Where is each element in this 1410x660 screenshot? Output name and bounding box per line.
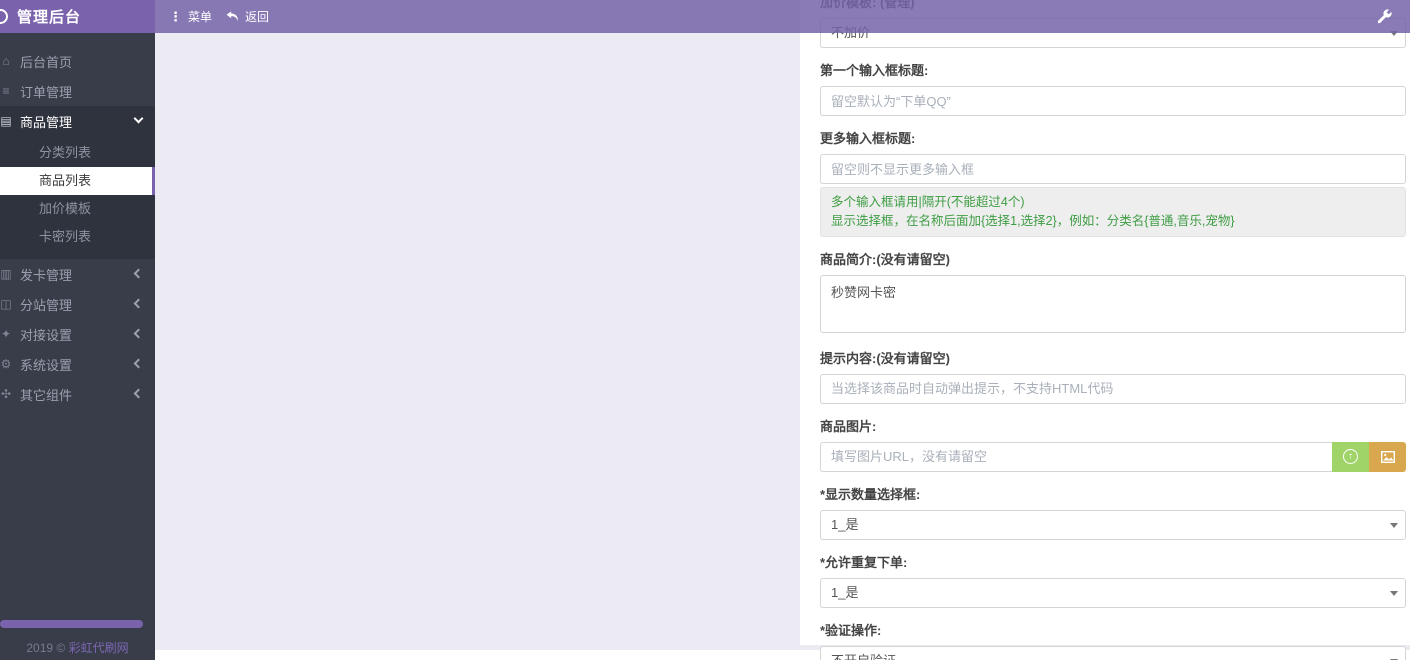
submenu-item-card-list[interactable]: 卡密列表 [0, 223, 155, 251]
first-input-title-label: 第一个输入框标题: [820, 60, 1406, 79]
sidebar-item-label: 发卡管理 [20, 265, 72, 284]
products-icon: ▤ [0, 114, 16, 128]
sidebar-item-label: 系统设置 [20, 355, 72, 374]
brand-title: 管理后台 [17, 6, 81, 27]
sidebar-item-products[interactable]: ▤ 商品管理 [0, 106, 155, 136]
verify-action-select[interactable]: 不开启验证 [820, 646, 1406, 660]
more-input-title-field[interactable] [820, 154, 1406, 184]
product-intro-textarea[interactable]: 秒赞网卡密 [820, 275, 1406, 333]
field-verify-action: *验证操作: 不开启验证 [820, 620, 1406, 660]
copyright: 2019 © 彩虹代刷网 [0, 639, 155, 656]
sidebar-item-subsites[interactable]: ◫ 分站管理 [0, 289, 155, 319]
field-product-intro: 商品简介:(没有请留空) 秒赞网卡密 [820, 249, 1406, 336]
tip-content-label: 提示内容:(没有请留空) [820, 348, 1406, 367]
chevron-down-icon [134, 114, 144, 124]
quantity-box-select[interactable]: 1_是 [820, 510, 1406, 540]
sidebar-item-orders[interactable]: ≡ 订单管理 [0, 76, 155, 106]
submenu-item-markup-template[interactable]: 加价模板 [0, 195, 155, 223]
site-link[interactable]: 彩虹代刷网 [69, 641, 129, 655]
sidebar-menu: ⌂ 后台首页 ≡ 订单管理 ▤ 商品管理 分类列表 商品列表 加价模板 卡密列表… [0, 33, 155, 409]
sidebar-item-label: 订单管理 [20, 82, 72, 101]
menu-toggle-button[interactable]: ⋮ 菜单 [169, 8, 212, 25]
app-logo-icon [0, 9, 8, 24]
system-settings-icon: ⚙ [0, 357, 16, 371]
orders-list-icon: ≡ [0, 84, 16, 98]
repeat-order-label: *允许重复下单: [820, 552, 1406, 571]
products-submenu: 分类列表 商品列表 加价模板 卡密列表 [0, 136, 155, 259]
home-icon: ⌂ [0, 54, 16, 68]
help-line-1: 多个输入框请用|隔开(不能超过4个) [831, 193, 1395, 212]
more-input-title-label: 更多输入框标题: [820, 128, 1406, 147]
field-repeat-order: *允许重复下单: 1_是 [820, 552, 1406, 608]
tip-content-field[interactable] [820, 374, 1406, 404]
back-button[interactable]: 返回 [226, 8, 269, 25]
product-image-url-field[interactable] [820, 442, 1332, 472]
sidebar-item-label: 对接设置 [20, 325, 72, 344]
sidebar-progress-bar [0, 620, 143, 628]
chevron-left-icon [134, 269, 144, 279]
cards-list-icon: ▥ [0, 267, 16, 281]
sidebar-item-dashboard[interactable]: ⌂ 后台首页 [0, 46, 155, 76]
sidebar-item-label: 分站管理 [20, 295, 72, 314]
field-quantity-box: *显示数量选择框: 1_是 [820, 484, 1406, 540]
field-product-image: 商品图片: ↑ [820, 416, 1406, 472]
chevron-left-icon [134, 329, 144, 339]
back-arrow-icon [226, 11, 239, 22]
upload-icon: ↑ [1343, 449, 1358, 464]
image-picker-button[interactable] [1369, 442, 1406, 472]
sidebar-footer: 2019 © 彩虹代刷网 [0, 620, 155, 656]
quantity-box-label: *显示数量选择框: [820, 484, 1406, 503]
brand-header[interactable]: 管理后台 [0, 0, 155, 33]
components-icon: ✣ [0, 387, 16, 401]
sidebar-item-components[interactable]: ✣ 其它组件 [0, 379, 155, 409]
wrench-icon[interactable] [1377, 9, 1392, 24]
first-input-title-field[interactable] [820, 86, 1406, 116]
chevron-left-icon [134, 389, 144, 399]
sidebar-item-label: 其它组件 [20, 385, 72, 404]
sidebar-item-label: 后台首页 [20, 52, 72, 71]
help-line-2: 显示选择框，在名称后面加{选择1,选择2}，例如：分类名{普通,音乐,宠物} [831, 212, 1395, 231]
copyright-year: 2019 © [26, 641, 65, 655]
menu-dots-icon: ⋮ [169, 9, 182, 25]
subsites-icon: ◫ [0, 297, 16, 311]
sidebar: 管理后台 ⌂ 后台首页 ≡ 订单管理 ▤ 商品管理 分类列表 商品列表 加价模板… [0, 0, 155, 660]
field-more-input-title: 更多输入框标题: 多个输入框请用|隔开(不能超过4个) 显示选择框，在名称后面加… [820, 128, 1406, 237]
field-tip-content: 提示内容:(没有请留空) [820, 348, 1406, 404]
product-intro-label: 商品简介:(没有请留空) [820, 249, 1406, 268]
input-help-box: 多个输入框请用|隔开(不能超过4个) 显示选择框，在名称后面加{选择1,选择2}… [820, 187, 1406, 237]
submenu-item-category-list[interactable]: 分类列表 [0, 139, 155, 167]
sidebar-item-card-manage[interactable]: ▥ 发卡管理 [0, 259, 155, 289]
product-image-label: 商品图片: [820, 416, 1406, 435]
menu-toggle-label: 菜单 [188, 8, 212, 25]
submenu-item-product-list[interactable]: 商品列表 [0, 167, 155, 195]
repeat-order-select[interactable]: 1_是 [820, 578, 1406, 608]
sidebar-item-link-settings[interactable]: ✦ 对接设置 [0, 319, 155, 349]
add-product-form-panel: 加价模板: (管理) 不加价 第一个输入框标题: 更多输入框标题: 多个输入框请… [800, 0, 1410, 645]
product-image-input-group: ↑ [820, 442, 1406, 472]
chevron-left-icon [134, 359, 144, 369]
link-settings-icon: ✦ [0, 327, 16, 341]
topbar: ⋮ 菜单 返回 [155, 0, 1410, 33]
sidebar-item-label: 商品管理 [20, 112, 72, 131]
back-button-label: 返回 [245, 8, 269, 25]
chevron-left-icon [134, 299, 144, 309]
image-icon [1381, 451, 1395, 463]
sidebar-item-system-settings[interactable]: ⚙ 系统设置 [0, 349, 155, 379]
upload-image-button[interactable]: ↑ [1332, 442, 1369, 472]
verify-action-label: *验证操作: [820, 620, 1406, 639]
field-first-input-title: 第一个输入框标题: [820, 60, 1406, 116]
